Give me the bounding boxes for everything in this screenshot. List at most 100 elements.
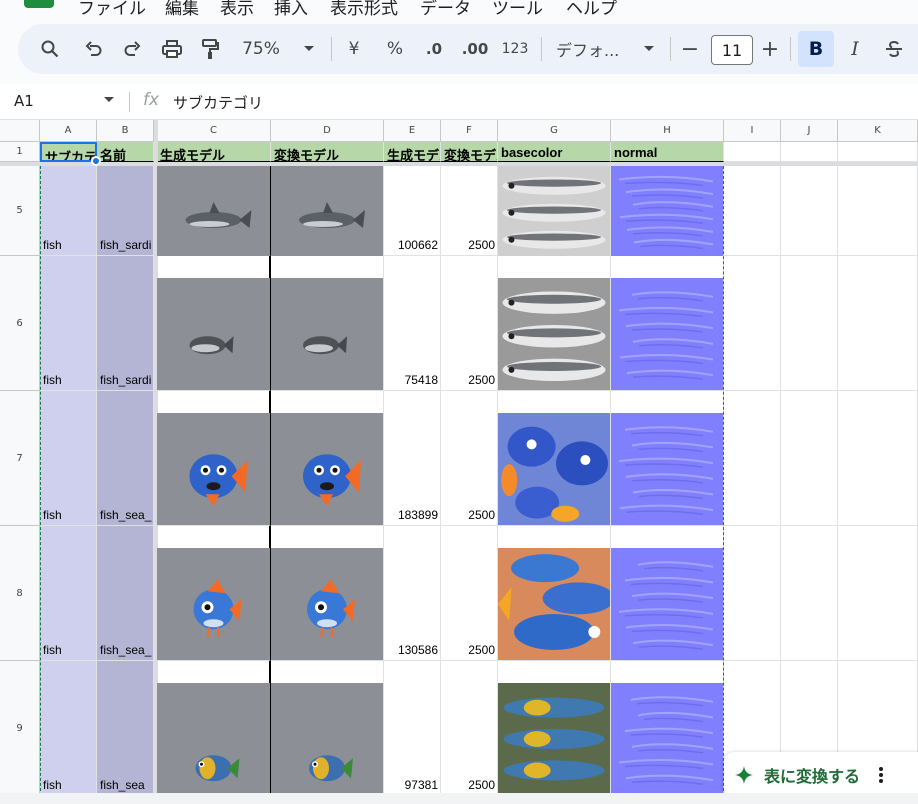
paint-format-button[interactable] <box>196 24 224 74</box>
empty-cell[interactable] <box>838 256 918 391</box>
sheets-logo[interactable] <box>24 0 54 8</box>
generated-model-thumbnail <box>157 166 270 256</box>
italic-button[interactable]: I <box>840 24 870 74</box>
menu-view[interactable]: 表示 <box>220 0 254 18</box>
row-header[interactable]: 7 <box>0 391 40 526</box>
font-dropdown-arrow[interactable] <box>638 24 660 74</box>
decrease-decimal-button[interactable]: .0 <box>420 24 448 74</box>
empty-cell[interactable] <box>724 391 781 526</box>
column-header-b[interactable]: B <box>97 120 154 142</box>
cell-e1[interactable]: 生成モデル <box>384 142 441 162</box>
menu-help[interactable]: ヘルプ <box>566 0 617 18</box>
convert-to-table-button[interactable]: 表に変換する <box>724 752 918 798</box>
menu-tools[interactable]: ツール <box>492 0 543 18</box>
empty-cell[interactable] <box>724 526 781 661</box>
name-cell[interactable]: fish_sea <box>97 661 154 796</box>
row-header[interactable]: 5 <box>0 166 40 256</box>
cell-h1[interactable]: normal <box>611 142 724 162</box>
menu-file[interactable]: ファイル <box>78 0 146 18</box>
column-header-h[interactable]: H <box>611 120 724 142</box>
empty-cell[interactable] <box>781 166 838 256</box>
converted-polycount-cell[interactable]: 2500 <box>441 391 498 526</box>
column-header-j[interactable]: J <box>781 120 838 142</box>
subcategory-cell[interactable]: fish <box>40 166 97 256</box>
name-cell[interactable]: fish_sea_ <box>97 526 154 661</box>
generated-polycount-cell[interactable]: 183899 <box>384 391 441 526</box>
converted-polycount-cell[interactable]: 2500 <box>441 166 498 256</box>
cell-g1[interactable]: basecolor <box>498 142 611 162</box>
empty-cell[interactable] <box>838 526 918 661</box>
column-header-i[interactable]: I <box>724 120 781 142</box>
menu-edit[interactable]: 編集 <box>165 0 199 18</box>
zoom-dropdown-arrow[interactable] <box>298 24 320 74</box>
horizontal-scrollbar[interactable] <box>0 793 918 804</box>
print-button[interactable] <box>158 24 186 74</box>
font-size-input[interactable]: 11 <box>711 35 753 65</box>
converted-polycount-cell[interactable]: 2500 <box>441 526 498 661</box>
generated-polycount-cell[interactable]: 97381 <box>384 661 441 796</box>
subcategory-cell[interactable]: fish <box>40 256 97 391</box>
redo-button[interactable] <box>118 24 146 74</box>
cell-f1[interactable]: 変換モデル <box>441 142 498 162</box>
row-header[interactable]: 6 <box>0 256 40 391</box>
name-cell[interactable]: fish_sardi <box>97 166 154 256</box>
generated-polycount-cell[interactable]: 75418 <box>384 256 441 391</box>
increase-font-size-button[interactable]: + <box>758 24 782 74</box>
row-header-1[interactable]: 1 <box>0 142 40 162</box>
cell-d1[interactable]: 変換モデル <box>271 142 384 162</box>
decrease-font-size-button[interactable]: − <box>678 24 702 74</box>
bold-button[interactable]: B <box>798 31 834 67</box>
cell-c1[interactable]: 生成モデル <box>157 142 271 162</box>
name-cell[interactable]: fish_sea_ <box>97 391 154 526</box>
column-header-f[interactable]: F <box>441 120 498 142</box>
column-header-d[interactable]: D <box>271 120 384 142</box>
percent-format-button[interactable]: % <box>382 24 408 74</box>
more-formats-button[interactable]: 123 <box>500 24 530 74</box>
cell-i1[interactable] <box>724 142 781 162</box>
menu-format[interactable]: 表示形式 <box>330 0 398 18</box>
search-menus-button[interactable] <box>36 24 64 74</box>
empty-cell[interactable] <box>724 256 781 391</box>
converted-polycount-cell[interactable]: 2500 <box>441 256 498 391</box>
increase-decimal-button[interactable]: .00 <box>458 24 492 74</box>
empty-cell[interactable] <box>781 526 838 661</box>
subcategory-cell[interactable]: fish <box>40 661 97 796</box>
zoom-select[interactable]: 75% <box>236 24 286 74</box>
row-header[interactable]: 9 <box>0 661 40 796</box>
row-header[interactable]: 8 <box>0 526 40 661</box>
strikethrough-button[interactable] <box>880 24 908 74</box>
menu-insert[interactable]: 挿入 <box>274 0 308 18</box>
empty-cell[interactable] <box>838 166 918 256</box>
generated-polycount-cell[interactable]: 130586 <box>384 526 441 661</box>
font-select[interactable]: デフォ... <box>556 24 628 74</box>
subcategory-cell[interactable]: fish <box>40 526 97 661</box>
undo-button[interactable] <box>80 24 108 74</box>
name-box-dropdown-icon[interactable] <box>104 97 114 102</box>
subcategory-cell[interactable]: fish <box>40 391 97 526</box>
name-box[interactable]: A1 <box>14 92 34 110</box>
more-options-icon[interactable] <box>878 766 884 784</box>
empty-cell[interactable] <box>781 256 838 391</box>
cell-k1[interactable] <box>838 142 918 162</box>
formula-input[interactable]: サブカテゴリ <box>173 92 263 113</box>
converted-model-thumbnail <box>271 278 383 390</box>
column-header-e[interactable]: E <box>384 120 441 142</box>
name-cell[interactable]: fish_sardi <box>97 256 154 391</box>
empty-cell[interactable] <box>724 166 781 256</box>
selection-fill-handle[interactable] <box>91 156 101 166</box>
select-all-corner[interactable] <box>0 120 40 142</box>
empty-cell[interactable] <box>781 391 838 526</box>
generated-polycount-cell[interactable]: 100662 <box>384 166 441 256</box>
column-header-a[interactable]: A <box>40 120 97 142</box>
column-header-c[interactable]: C <box>157 120 271 142</box>
menu-bar: ファイル 編集 表示 挿入 表示形式 データ ツール ヘルプ <box>0 0 918 18</box>
cell-b1[interactable]: 名前 <box>97 142 154 162</box>
menu-data[interactable]: データ <box>420 0 471 18</box>
currency-format-button[interactable]: ¥ <box>340 24 368 74</box>
cell-a1-selected[interactable]: サブカテゴリ <box>40 142 97 162</box>
column-header-g[interactable]: G <box>498 120 611 142</box>
empty-cell[interactable] <box>838 391 918 526</box>
converted-polycount-cell[interactable]: 2500 <box>441 661 498 796</box>
column-header-k[interactable]: K <box>838 120 918 142</box>
cell-j1[interactable] <box>781 142 838 162</box>
